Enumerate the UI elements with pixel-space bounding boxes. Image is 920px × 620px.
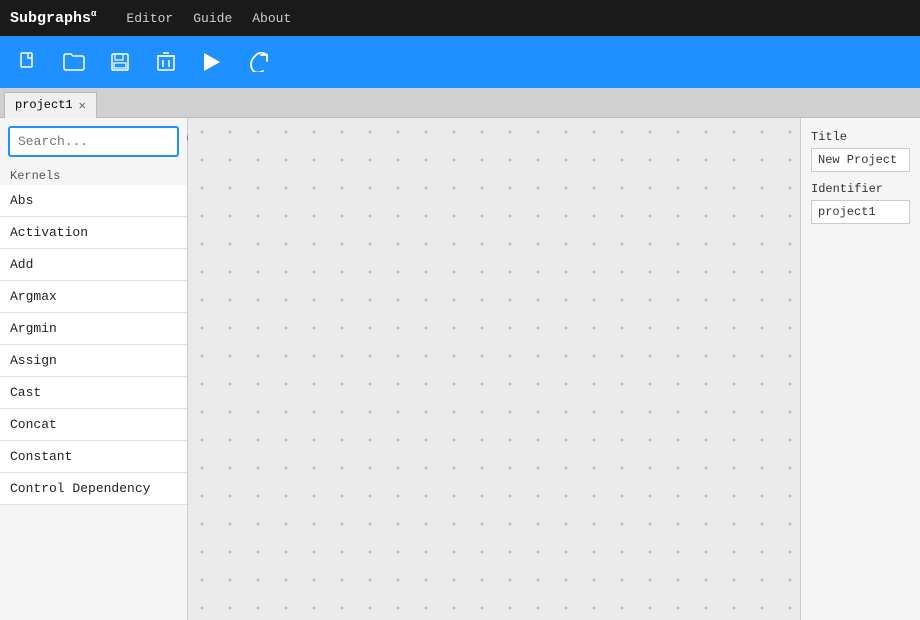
kernel-item[interactable]: Control Dependency (0, 473, 187, 505)
kernel-item[interactable]: Constant (0, 441, 187, 473)
tab-close-button[interactable]: ✕ (79, 98, 86, 113)
save-icon[interactable] (106, 48, 134, 76)
nav-about[interactable]: About (252, 11, 291, 26)
dot-grid (188, 118, 800, 620)
kernel-item[interactable]: Argmin (0, 313, 187, 345)
canvas-area[interactable] (188, 118, 800, 620)
identifier-input[interactable] (811, 200, 910, 224)
tab-label: project1 (15, 98, 73, 112)
kernel-item[interactable]: Add (0, 249, 187, 281)
toolbar (0, 36, 920, 88)
redo-icon[interactable] (244, 48, 272, 76)
tab-bar: project1 ✕ (0, 88, 920, 118)
kernel-item[interactable]: Cast (0, 377, 187, 409)
top-nav: Subgraphsα Editor Guide About (0, 0, 920, 36)
kernel-item[interactable]: Activation (0, 217, 187, 249)
kernel-item[interactable]: Assign (0, 345, 187, 377)
tab-project1[interactable]: project1 ✕ (4, 92, 97, 118)
title-input[interactable] (811, 148, 910, 172)
app-title: Subgraphsα (10, 9, 96, 27)
nav-editor[interactable]: Editor (126, 11, 173, 26)
play-icon[interactable] (198, 48, 226, 76)
kernel-item[interactable]: Argmax (0, 281, 187, 313)
delete-icon[interactable] (152, 48, 180, 76)
properties-panel: Title Identifier (800, 118, 920, 620)
title-label: Title (811, 130, 910, 144)
search-box (8, 126, 179, 157)
sidebar: Kernels AbsActivationAddArgmaxArgminAssi… (0, 118, 188, 620)
search-input[interactable] (18, 134, 186, 149)
kernel-item[interactable]: Concat (0, 409, 187, 441)
folder-icon[interactable] (60, 48, 88, 76)
new-file-icon[interactable] (14, 48, 42, 76)
nav-guide[interactable]: Guide (193, 11, 232, 26)
main-area: Kernels AbsActivationAddArgmaxArgminAssi… (0, 118, 920, 620)
kernel-item[interactable]: Abs (0, 185, 187, 217)
kernel-list: AbsActivationAddArgmaxArgminAssignCastCo… (0, 185, 187, 620)
identifier-label: Identifier (811, 182, 910, 196)
kernels-label: Kernels (0, 165, 187, 185)
